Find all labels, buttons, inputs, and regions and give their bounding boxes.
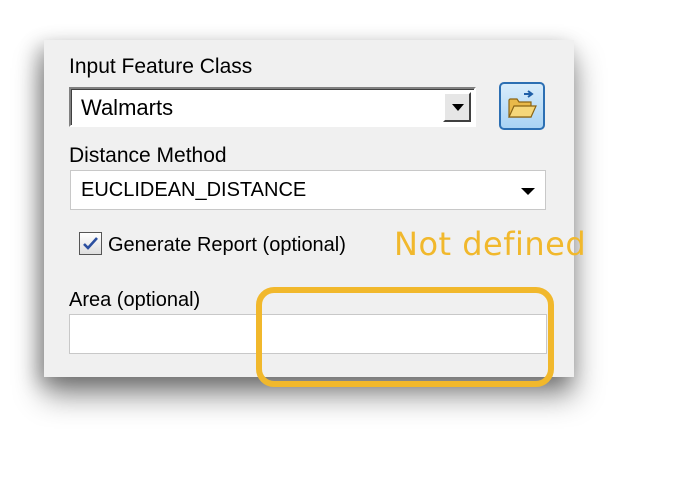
input-feature-class-label: Input Feature Class xyxy=(69,55,253,78)
input-feature-class-combobox[interactable]: Walmarts xyxy=(69,87,476,127)
combobox-dropdown-button[interactable] xyxy=(443,92,471,122)
area-label: Area (optional) xyxy=(69,289,201,311)
generate-report-checkbox[interactable] xyxy=(79,232,102,255)
chevron-down-icon xyxy=(452,104,464,111)
generate-report-label[interactable]: Generate Report (optional) xyxy=(108,233,346,257)
distance-method-value: EUCLIDEAN_DISTANCE xyxy=(81,179,307,201)
highlight-annotation-box xyxy=(256,287,554,387)
input-feature-class-value: Walmarts xyxy=(81,95,174,120)
checkmark-icon xyxy=(83,237,98,250)
open-folder-icon xyxy=(508,90,537,118)
distance-method-label: Distance Method xyxy=(69,144,227,167)
distance-method-select[interactable]: EUCLIDEAN_DISTANCE xyxy=(70,170,546,210)
not-defined-annotation-text: Not defined xyxy=(394,225,587,263)
browse-button[interactable] xyxy=(499,82,545,130)
chevron-down-icon xyxy=(521,188,535,195)
